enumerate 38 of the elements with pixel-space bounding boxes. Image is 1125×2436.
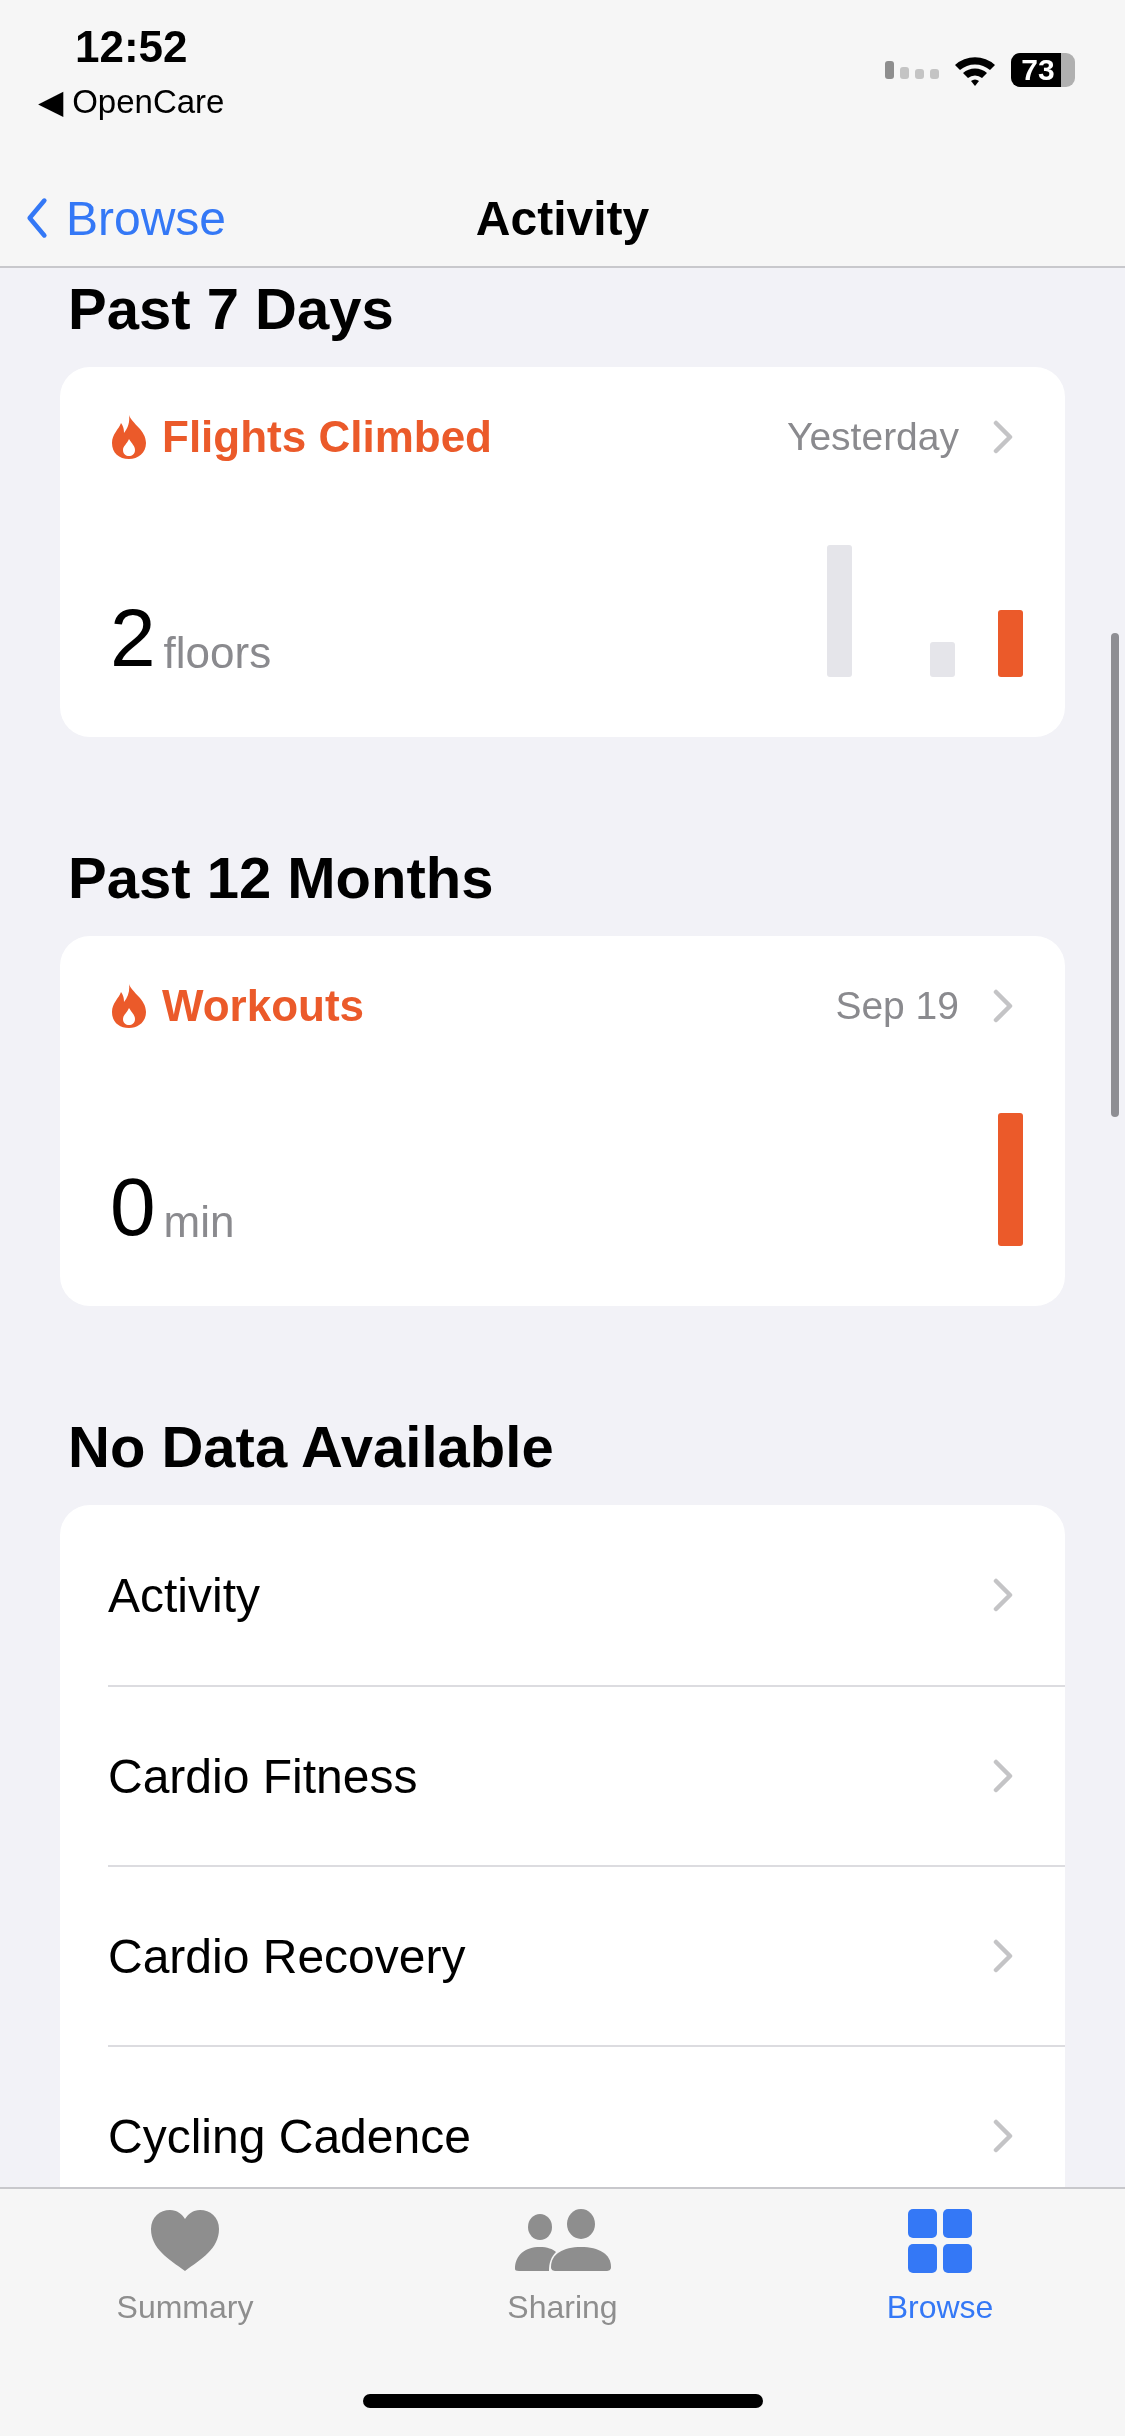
chevron-icon <box>993 1759 1013 1793</box>
grid-icon <box>908 2209 972 2273</box>
section-heading: No Data Available <box>68 1413 555 1481</box>
card-title: Workouts <box>162 981 366 1031</box>
signal-icon <box>885 59 939 81</box>
metric-unit: floors <box>163 629 272 677</box>
people-icon <box>514 2209 611 2273</box>
back-button[interactable]: Browse <box>26 190 227 246</box>
list-item[interactable]: Activity <box>108 1567 260 1623</box>
chart-bar <box>930 642 955 677</box>
battery-indicator: 73 <box>1011 53 1075 87</box>
chevron-icon <box>993 1578 1013 1612</box>
chevron-icon <box>993 420 1013 454</box>
flame-icon <box>110 983 148 1029</box>
chevron-left-icon <box>26 197 48 239</box>
card-date: Sep 19 <box>835 984 959 1028</box>
list-item[interactable]: Cardio Fitness <box>108 1748 418 1804</box>
metric-value: 0 <box>110 1168 156 1246</box>
chart-bar <box>998 610 1023 677</box>
list-item[interactable]: Cardio Recovery <box>108 1928 466 1984</box>
chevron-icon <box>993 989 1013 1023</box>
section-heading: Past 7 Days <box>68 275 395 343</box>
metric-value: 2 <box>110 599 156 677</box>
status-time: 12:52 <box>74 22 188 72</box>
metric-card[interactable]: Workouts Sep 19 0 min <box>60 936 1065 1306</box>
heart-icon <box>149 2209 221 2273</box>
tab[interactable]: Browse <box>815 2209 1065 2326</box>
flame-icon <box>110 414 148 460</box>
card-date: Yesterday <box>787 415 959 459</box>
metric-unit: min <box>163 1198 235 1246</box>
back-to-app-link[interactable]: ◀ OpenCare <box>38 82 225 122</box>
list-item[interactable]: Cycling Cadence <box>108 2108 471 2164</box>
card-title: Flights Climbed <box>162 412 493 462</box>
chevron-icon <box>993 2119 1013 2153</box>
chevron-icon <box>993 1939 1013 1973</box>
metric-card[interactable]: Flights Climbed Yesterday 2 floors <box>60 367 1065 737</box>
nav-title: Activity <box>475 190 650 246</box>
section-heading: Past 12 Months <box>68 844 495 912</box>
